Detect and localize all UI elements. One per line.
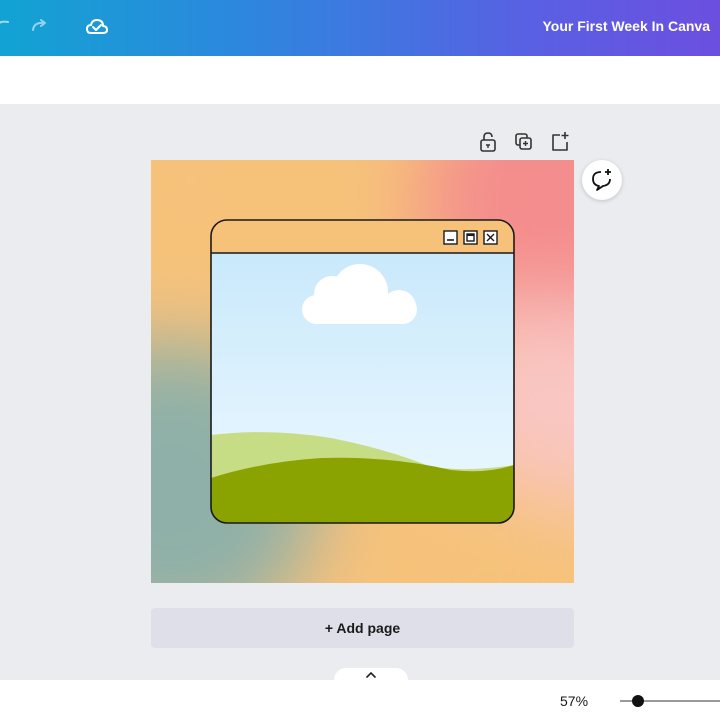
top-toolbar: Your First Week In Canva: [0, 0, 720, 56]
add-comment-icon: [592, 169, 611, 191]
undo-icon[interactable]: [0, 14, 14, 40]
chevron-up-icon: [366, 671, 376, 678]
close-icon: [483, 230, 498, 245]
bottom-bar: [0, 680, 720, 720]
add-page-button[interactable]: + Add page: [151, 608, 574, 648]
design-canvas[interactable]: [151, 160, 574, 583]
zoom-level[interactable]: 57%: [560, 693, 588, 709]
zoom-slider-handle[interactable]: [632, 695, 644, 707]
add-page-icon[interactable]: [548, 130, 572, 154]
redo-icon[interactable]: [28, 14, 54, 40]
show-pages-toggle[interactable]: [334, 668, 408, 684]
unlock-icon[interactable]: [476, 130, 500, 154]
maximize-icon: [463, 230, 478, 245]
add-comment-button[interactable]: [582, 160, 622, 200]
cloud-saved-icon[interactable]: [84, 14, 110, 40]
browser-window: [210, 219, 515, 524]
context-toolbar: [0, 56, 720, 104]
design-title[interactable]: Your First Week In Canva: [542, 18, 710, 34]
page-actions: [476, 130, 576, 154]
minimize-icon: [443, 230, 458, 245]
duplicate-page-icon[interactable]: [512, 130, 536, 154]
